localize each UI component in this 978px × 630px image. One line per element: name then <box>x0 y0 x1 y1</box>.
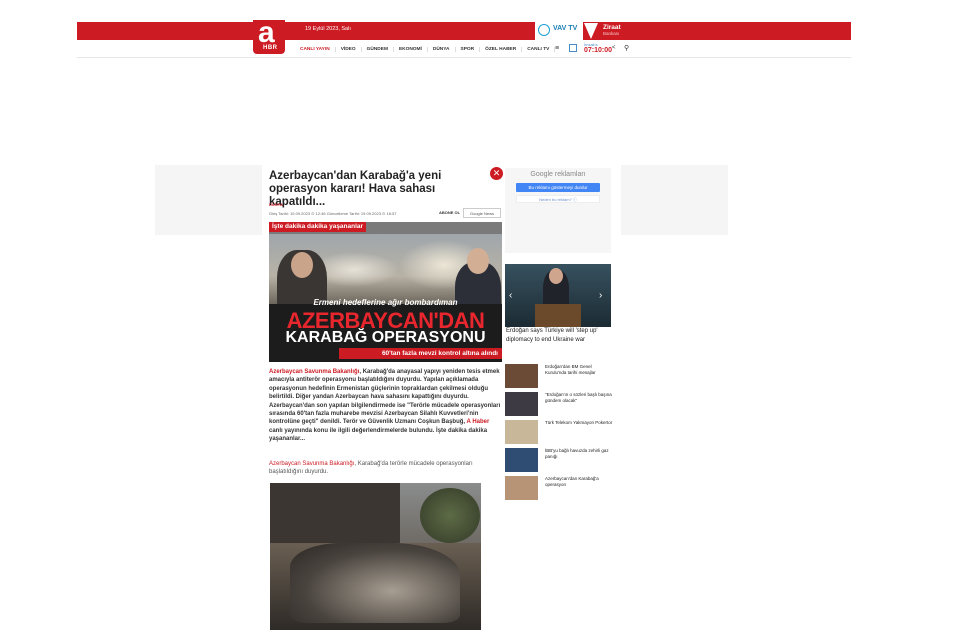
logo-sub: HBR <box>263 45 278 51</box>
list-item-text: Azerbaycan'dan Karabağ'a operasyon <box>545 476 599 487</box>
top-bar <box>77 22 851 40</box>
list-item[interactable]: Azerbaycan'dan Karabağ'a operasyon <box>505 476 615 502</box>
why-ad-button[interactable]: Neden bu reklam? ⓘ <box>516 195 600 203</box>
list-item[interactable]: "Erdoğan'ın o sözleri başlı başına günde… <box>505 392 615 418</box>
body-text-a: , Karabağ'da anayasal yapıyı yeniden tes… <box>269 369 501 426</box>
article-body-1: Azerbaycan Savunma Bakanlığı, Karabağ'da… <box>269 368 502 444</box>
hero-image[interactable]: İşte dakika dakika yaşananlar Ermeni hed… <box>269 222 502 362</box>
nav-canli-tv[interactable]: CANLI TV <box>522 46 556 52</box>
list-thumb <box>505 364 538 388</box>
nav-dunya[interactable]: DÜNYA <box>428 46 456 52</box>
list-thumb <box>505 420 538 444</box>
slider-podium <box>535 304 581 327</box>
header-date: 19 Eylül 2023, Salı <box>305 26 351 32</box>
list-item[interactable]: Türk Telekom Yakmayon Pokertor <box>505 420 615 446</box>
menu-icon[interactable]: ≡ <box>555 45 559 52</box>
list-item-text: "Erdoğan'ın o sözleri başlı başına günde… <box>545 392 612 403</box>
img2-wreck <box>290 543 460 623</box>
nav-ekonomi[interactable]: EKONOMİ <box>394 46 428 52</box>
body-text-b: canlı yayınında konu ile ilgili değerlen… <box>269 427 488 443</box>
hero-tag: İşte dakika dakika yaşananlar <box>269 222 367 232</box>
vavtv-icon <box>538 24 550 36</box>
google-news-button[interactable]: Google News <box>463 208 501 218</box>
nav-video[interactable]: VİDEO <box>336 46 362 52</box>
slider-caption[interactable]: Erdoğan says Türkiye will 'step up' dipl… <box>506 327 616 345</box>
share-icon[interactable]: < <box>612 45 616 51</box>
header-divider <box>77 57 851 58</box>
search-icon[interactable]: ⚲ <box>624 44 629 52</box>
partner-ziraat-sub: Bankası <box>603 31 620 36</box>
stop-ad-button[interactable]: Bu reklamı göstermeyi durdur <box>516 183 600 192</box>
nav-spor[interactable]: SPOR <box>456 46 481 52</box>
list-thumb <box>505 476 538 500</box>
close-button[interactable]: ✕ <box>490 167 503 180</box>
list-item[interactable]: İBB'yu bağlı havuzda zehirli gaz panığı <box>505 448 615 474</box>
news-slider[interactable]: ‹ › <box>505 264 611 327</box>
hero-face-right <box>467 248 489 274</box>
article-meta: Giriş Tarihi: 19.09.2023 ⊙ 12:46 Güncell… <box>269 211 397 216</box>
list-item-text: Türk Telekom Yakmayon Pokertor <box>545 420 613 425</box>
slider-face <box>549 268 563 284</box>
imsak-time: 07:10:00 <box>584 47 613 54</box>
nav-canli-yayin[interactable]: CANLI YAYIN <box>295 46 336 52</box>
nav-gundem[interactable]: GÜNDEM <box>362 46 394 52</box>
list-thumb <box>505 392 538 416</box>
google-ad-panel: Google reklamları Bu reklamı göstermeyi … <box>505 168 611 253</box>
hero-caption: 60'tan fazla mevzi kontrol altına alındı <box>339 348 502 359</box>
hero-headline-2: KARABAĞ OPERASYONU <box>285 329 486 346</box>
partner-ziraat[interactable]: Ziraat <box>603 24 621 31</box>
article-body-2: Azerbaycan Savunma Bakanlığı, Karabağ'da… <box>269 460 502 477</box>
hero-face-left <box>291 252 313 278</box>
nav-ozel-haber[interactable]: ÖZEL HABER <box>480 46 523 52</box>
list-item[interactable]: Erdoğan'dan BM Genel Kurulu'nda tarihi m… <box>505 364 615 390</box>
ad-left[interactable] <box>155 165 262 235</box>
list-item-text: İBB'yu bağlı havuzda zehirli gaz panığı <box>545 448 609 459</box>
list-item-text: Erdoğan'dan BM Genel Kurulu'nda tarihi m… <box>545 364 596 375</box>
partner-vavtv[interactable]: VAV TV <box>553 25 577 32</box>
follow-button[interactable]: ABONE OL <box>439 210 460 215</box>
google-ad-title: Google reklamları <box>530 171 586 178</box>
chevron-left-icon[interactable]: ‹ <box>509 290 512 301</box>
body2-link-ministry[interactable]: Azerbaycan Savunma Bakanlığı <box>269 461 354 467</box>
body-link-ahaber[interactable]: A Haber <box>467 419 490 425</box>
img2-tree <box>420 488 480 543</box>
article-image-2[interactable] <box>270 483 481 630</box>
list-thumb <box>505 448 538 472</box>
body-link-ministry[interactable]: Azerbaycan Savunma Bakanlığı <box>269 369 359 375</box>
mosque-icon <box>569 44 577 52</box>
article-category[interactable]: DÜNYA <box>269 202 283 207</box>
main-nav: CANLI YAYIN VİDEO GÜNDEM EKONOMİ DÜNYA S… <box>295 43 556 55</box>
article-title: Azerbaycan'dan Karabağ'a yeni operasyon … <box>269 170 442 208</box>
hero-subtitle: Ermeni hedeflerine ağır bombardıman <box>313 298 458 307</box>
chevron-right-icon[interactable]: › <box>599 290 602 301</box>
ad-right[interactable] <box>621 165 728 235</box>
